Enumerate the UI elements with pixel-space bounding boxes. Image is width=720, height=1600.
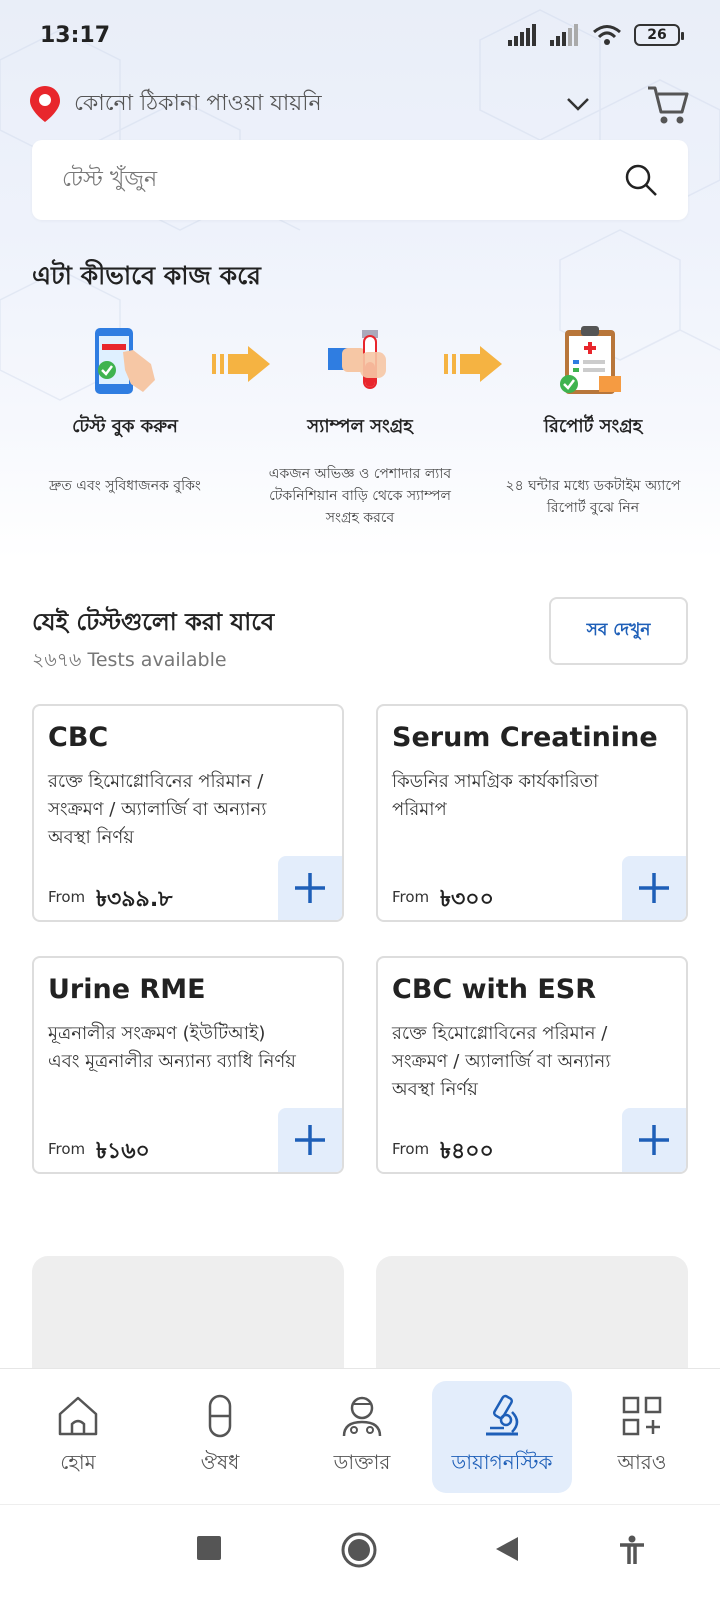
clipboard-report-icon [560, 326, 621, 394]
nav-item-medicine[interactable]: ঔষধ [150, 1381, 290, 1493]
test-price: ৳৩৯৯.৮ [96, 887, 173, 912]
tests-section-title: যেই টেস্টগুলো করা যাবে [32, 608, 275, 636]
test-desc: রক্তে হিমোগ্লোবিনের পরিমান / সংক্রমণ / অ… [392, 1023, 611, 1100]
test-desc: মূত্রনালীর সংক্রমণ (ইউটিআই) এবং মূত্রনাল… [48, 1023, 296, 1072]
add-test-button[interactable] [278, 1108, 342, 1172]
test-desc: কিডনির সামগ্রিক কার্যকারিতা পরিমাপ [392, 771, 599, 820]
plus-icon [639, 873, 669, 903]
nav-label: ডাক্তার [333, 1449, 391, 1474]
test-card-serum-creatinine[interactable]: Serum Creatinine কিডনির সামগ্রিক কার্যকা… [376, 704, 688, 922]
test-card-cbc[interactable]: CBC রক্তে হিমোগ্লোবিনের পরিমান / সংক্রমণ… [32, 704, 344, 922]
add-test-button[interactable] [622, 1108, 686, 1172]
nav-label: ঔষধ [200, 1449, 240, 1474]
bottom-navigation: হোম ঔষধ ডাক্তার ডায়াগনস্টিক আরও [0, 1368, 720, 1504]
how-it-works-title: এটা কীভাবে কাজ করে [32, 261, 261, 290]
cart-icon[interactable] [646, 82, 690, 126]
from-label: From [392, 1140, 430, 1158]
chevron-down-icon[interactable] [566, 97, 590, 111]
microscope-icon [486, 1394, 519, 1435]
plus-icon [639, 1125, 669, 1155]
test-name: CBC [48, 722, 109, 753]
step-sample-collection: স্যাম্পল সংগ্রহ একজন অভিজ্ঞ ও পেশাদার ল্… [252, 322, 468, 529]
step-book-test: টেস্ট বুক করুন দ্রুত এবং সুবিধাজনক বুকিং [20, 322, 230, 497]
recent-apps-icon[interactable] [196, 1535, 222, 1561]
step-title: স্যাম্পল সংগ্রহ [307, 416, 413, 437]
doctor-icon [342, 1396, 382, 1436]
from-label: From [392, 888, 430, 906]
test-desc: রক্তে হিমোগ্লোবিনের পরিমান / সংক্রমণ / অ… [48, 771, 267, 848]
test-card-urine-rme[interactable]: Urine RME মূত্রনালীর সংক্রমণ (ইউটিআই) এব… [32, 956, 344, 1174]
step-desc: দ্রুত এবং সুবিধাজনক বুকিং [49, 478, 201, 494]
test-name: Urine RME [48, 974, 206, 1005]
system-navigation-bar [0, 1504, 720, 1600]
nav-label: হোম [60, 1449, 96, 1474]
nav-label: আরও [617, 1449, 667, 1474]
see-all-button[interactable]: সব দেখুন [549, 597, 688, 665]
location-pin-icon [30, 86, 60, 122]
status-bar: 13:17 26 [0, 0, 720, 70]
test-price: ৳৩০০ [440, 887, 494, 912]
status-time: 13:17 [40, 22, 111, 48]
pill-icon [208, 1394, 232, 1437]
home-button-icon[interactable] [340, 1531, 378, 1569]
step-title: রিপোর্ট সংগ্রহ [543, 416, 643, 437]
search-input[interactable]: টেস্ট খুঁজুন [32, 140, 688, 220]
battery-level: 26 [647, 27, 667, 43]
nav-item-doctor[interactable]: ডাক্তার [292, 1381, 432, 1493]
status-icons: 26 [508, 24, 684, 46]
test-card-cbc-with-esr[interactable]: CBC with ESR রক্তে হিমোগ্লোবিনের পরিমান … [376, 956, 688, 1174]
nav-item-diagnostic[interactable]: ডায়াগনস্টিক [432, 1381, 572, 1493]
test-name: CBC with ESR [392, 974, 597, 1005]
signal-icon [508, 24, 536, 46]
search-placeholder: টেস্ট খুঁজুন [62, 166, 158, 192]
location-selector[interactable]: কোনো ঠিকানা পাওয়া যায়নি [30, 82, 690, 126]
add-test-button[interactable] [622, 856, 686, 920]
accessibility-icon[interactable] [618, 1535, 646, 1565]
nav-label: ডায়াগনস্টিক [451, 1449, 553, 1474]
location-text: কোনো ঠিকানা পাওয়া যায়নি [74, 90, 322, 116]
step-desc: একজন অভিজ্ঞ ও পেশাদার ল্যাব টেকনিশিয়ান … [268, 466, 452, 526]
back-icon[interactable] [494, 1535, 520, 1563]
step-desc: ২৪ ঘন্টার মধ্যে ডকটাইম অ্যাপে রিপোর্ট বু… [505, 478, 681, 516]
plus-icon [295, 873, 325, 903]
from-label: From [48, 888, 86, 906]
battery-indicator: 26 [634, 24, 684, 46]
test-name: Serum Creatinine [392, 722, 658, 753]
phone-booking-icon [95, 328, 155, 394]
nav-item-home[interactable]: হোম [8, 1381, 148, 1493]
step-report-collection: রিপোর্ট সংগ্রহ ২৪ ঘন্টার মধ্যে ডকটাইম অ্… [478, 322, 708, 519]
nav-item-more[interactable]: আরও [572, 1381, 712, 1493]
from-label: From [48, 1140, 86, 1158]
wifi-icon [593, 25, 621, 45]
signal-icon-2 [550, 24, 578, 46]
test-price: ৳১৬০ [96, 1139, 150, 1164]
tests-count: ২৬৭৬ Tests available [32, 649, 227, 671]
search-icon[interactable] [624, 163, 658, 197]
step-title: টেস্ট বুক করুন [72, 416, 178, 437]
plus-icon [295, 1125, 325, 1155]
home-icon [58, 1396, 98, 1435]
more-grid-icon [622, 1396, 662, 1435]
sample-tube-icon [328, 330, 386, 389]
test-price: ৳৪০০ [440, 1139, 494, 1164]
add-test-button[interactable] [278, 856, 342, 920]
